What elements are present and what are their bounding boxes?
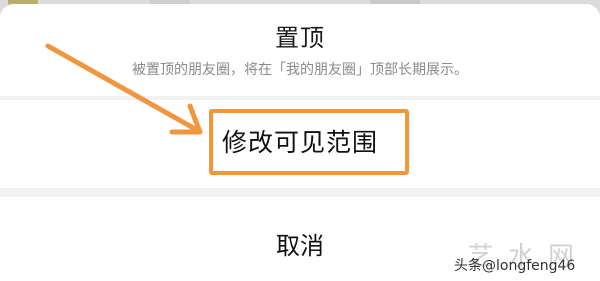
- pin-title: 置顶: [275, 24, 325, 52]
- watermark-text: 头条@longfeng46: [454, 258, 576, 274]
- pin-description: 被置顶的朋友圈，将在「我的朋友圈」顶部长期展示。: [132, 62, 468, 78]
- annotation-highlight-box: [209, 109, 409, 175]
